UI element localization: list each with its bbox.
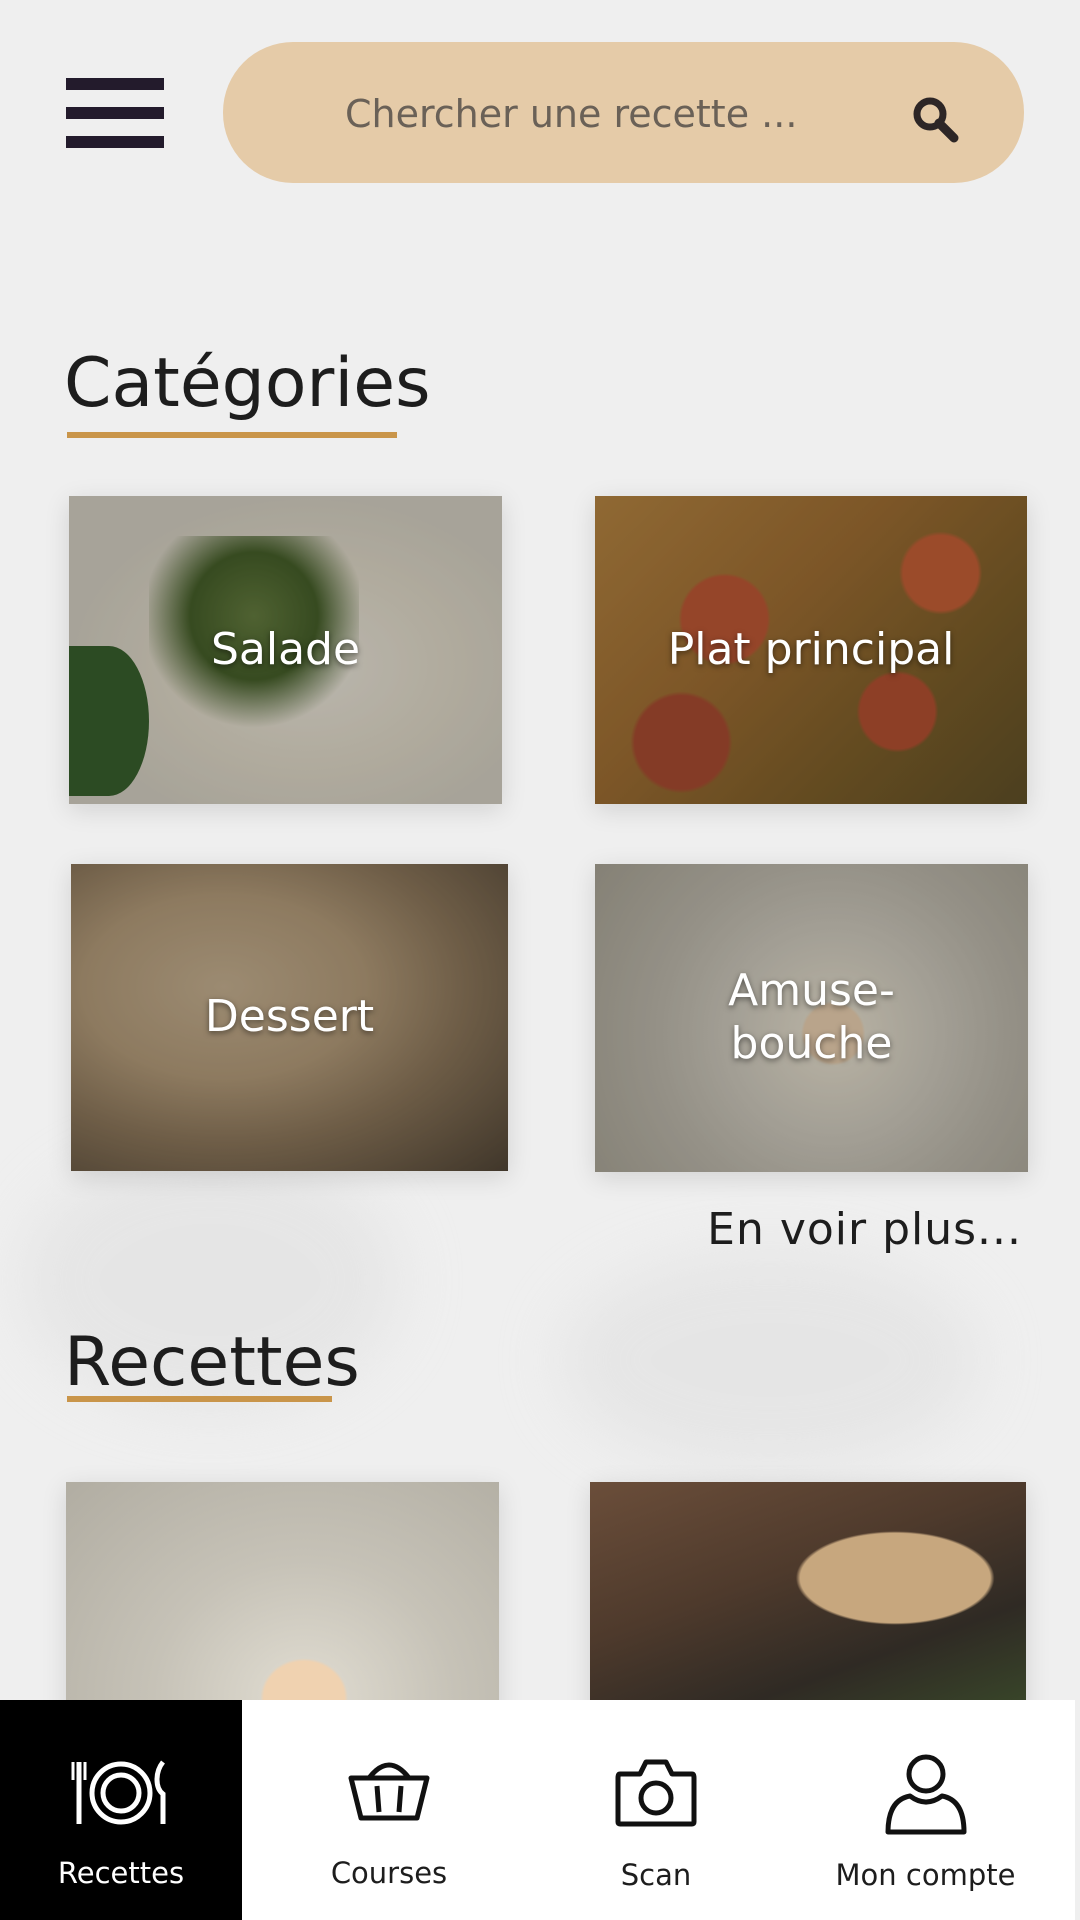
nav-label: Scan bbox=[620, 1858, 692, 1892]
category-card-plat-principal[interactable]: Plat principal bbox=[595, 496, 1027, 804]
recipes-underline bbox=[67, 1396, 332, 1402]
user-icon bbox=[885, 1754, 966, 1835]
categories-underline bbox=[67, 432, 397, 438]
category-label: Amuse-bouche bbox=[728, 965, 895, 1069]
recipe-image bbox=[66, 1482, 499, 1722]
nav-item-recettes[interactable]: Recettes bbox=[0, 1700, 242, 1920]
search-bar[interactable] bbox=[223, 42, 1024, 185]
see-more-link[interactable]: En voir plus... bbox=[707, 1204, 1022, 1255]
category-card-amuse-bouche[interactable]: Amuse-bouche bbox=[595, 864, 1028, 1172]
nav-label: Mon compte bbox=[835, 1858, 1016, 1892]
categories-title: Catégories bbox=[64, 344, 431, 423]
category-card-salade[interactable]: Salade bbox=[69, 496, 502, 804]
hamburger-menu-icon[interactable] bbox=[66, 78, 164, 148]
search-icon[interactable] bbox=[910, 94, 960, 144]
category-label: Plat principal bbox=[667, 623, 955, 675]
category-label: Dessert bbox=[204, 991, 375, 1043]
plate-cutlery-icon bbox=[71, 1760, 166, 1825]
nav-label: Courses bbox=[330, 1856, 448, 1890]
nav-item-mon-compte[interactable]: Mon compte bbox=[776, 1700, 1075, 1920]
camera-icon bbox=[615, 1759, 697, 1827]
recipe-card[interactable] bbox=[66, 1482, 499, 1722]
search-input[interactable] bbox=[343, 42, 947, 185]
category-label: Salade bbox=[210, 623, 361, 675]
nav-item-courses[interactable]: Courses bbox=[242, 1700, 536, 1920]
recipe-card[interactable] bbox=[590, 1482, 1026, 1722]
nav-item-scan[interactable]: Scan bbox=[536, 1700, 776, 1920]
bottom-navigation: Recettes Courses Scan Mon compte bbox=[0, 1700, 1075, 1920]
recipe-image bbox=[590, 1482, 1026, 1722]
category-card-dessert[interactable]: Dessert bbox=[71, 864, 508, 1171]
nav-label: Recettes bbox=[57, 1856, 185, 1890]
background-image bbox=[560, 1250, 980, 1470]
recipes-title: Recettes bbox=[64, 1323, 360, 1402]
basket-icon bbox=[348, 1762, 430, 1821]
